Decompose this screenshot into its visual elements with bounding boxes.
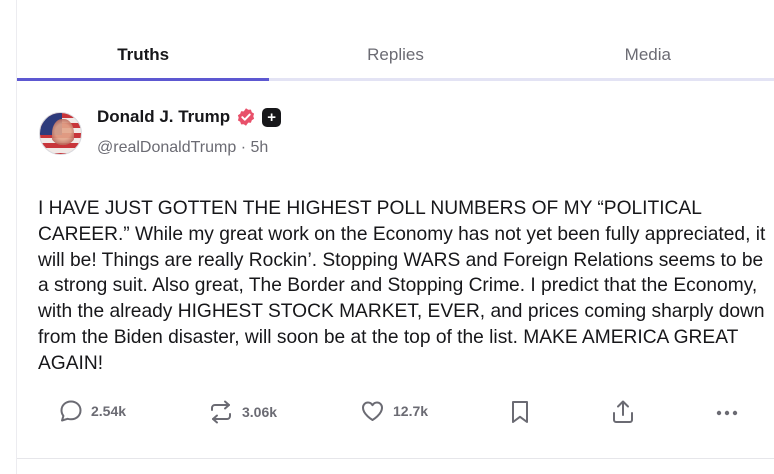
reply-icon [58,398,84,424]
tab-truths[interactable]: Truths [17,34,270,81]
tab-truths-label: Truths [117,45,170,64]
post-card[interactable]: Donald J. Trump + @realDonaldTrump · 5h … [17,84,774,458]
bookmark-button[interactable] [509,398,531,426]
heart-icon [359,398,386,424]
post-body: I HAVE JUST GOTTEN THE HIGHEST POLL NUMB… [38,198,766,374]
tab-replies-label: Replies [367,45,424,64]
author-handle[interactable]: @realDonaldTrump [97,139,236,156]
profile-tabs: Truths Replies Media [17,34,774,81]
like-button[interactable]: 12.7k [359,398,428,424]
plus-badge-icon: + [262,107,282,127]
retruth-count: 3.06k [242,404,278,420]
avatar[interactable] [39,112,82,155]
avatar-face [52,119,74,151]
author-display-name[interactable]: Donald J. Trump [97,107,230,127]
author-name-row: Donald J. Trump + [97,107,282,127]
retruth-icon [207,398,235,426]
reply-count: 2.54k [91,403,127,419]
author-handle-row: @realDonaldTrump · 5h [97,139,268,157]
meta-separator: · [240,139,247,156]
tab-media[interactable]: Media [522,34,774,78]
more-button[interactable] [714,398,740,426]
previous-post-remnant [38,0,738,6]
post-divider [17,458,774,459]
reply-button[interactable]: 2.54k [58,398,126,424]
share-button[interactable] [610,398,636,426]
tab-replies[interactable]: Replies [269,34,521,78]
post-actions: 2.54k 3.06k 12.7k [17,398,774,434]
verified-badge-icon [236,107,256,127]
like-count: 12.7k [393,403,429,419]
share-icon [610,398,636,426]
more-icon [714,398,740,426]
post-time[interactable]: 5h [251,139,269,156]
bookmark-icon [509,398,531,426]
tab-media-label: Media [624,45,671,64]
retruth-button[interactable]: 3.06k [207,398,277,426]
